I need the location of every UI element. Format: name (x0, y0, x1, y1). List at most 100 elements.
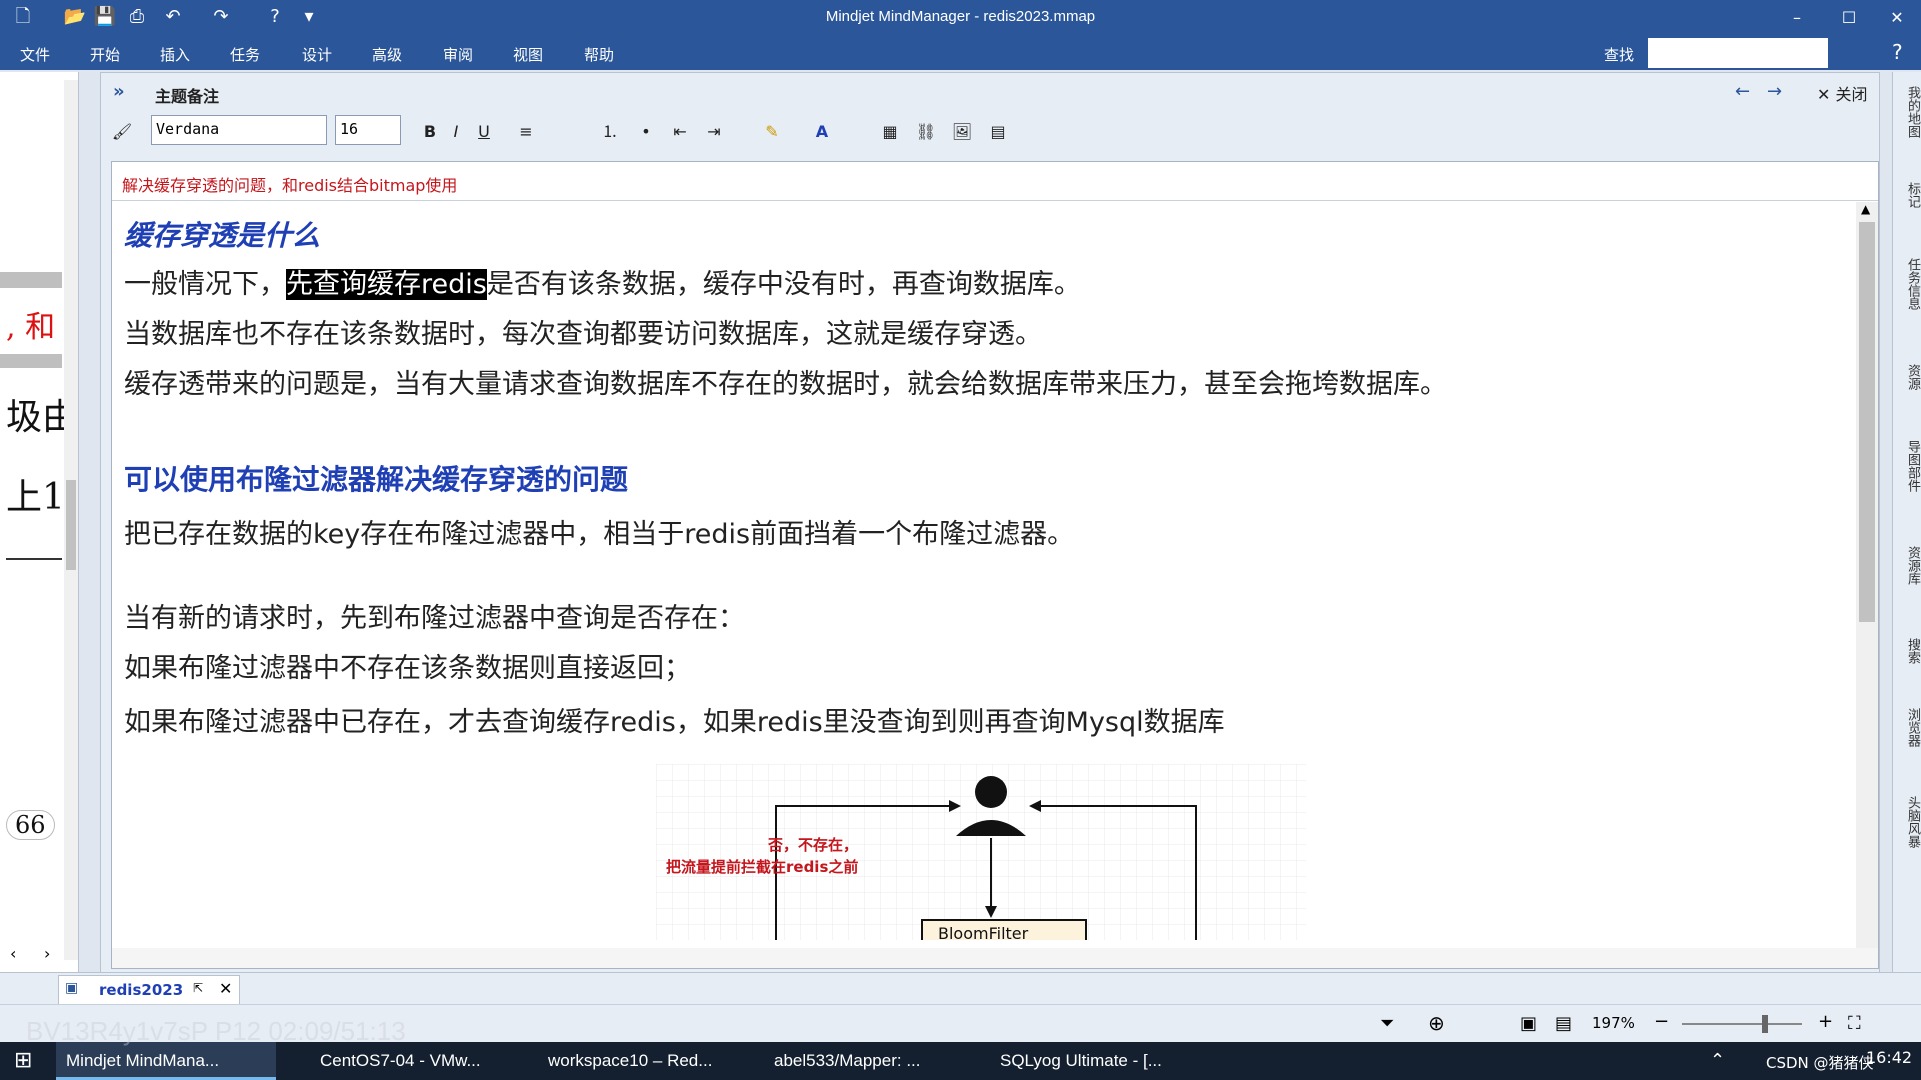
italic-icon[interactable]: I (443, 119, 469, 145)
scroll-thumb[interactable] (66, 480, 76, 570)
tab-design[interactable]: 设计 (302, 44, 332, 65)
map-canvas-left[interactable]: , 和 圾由 上1 66 ‹ › (0, 72, 79, 972)
image-icon[interactable]: 🖼 (949, 119, 975, 145)
vertical-scrollbar[interactable] (64, 80, 78, 960)
clock: 16:42 (1866, 1048, 1913, 1067)
align-icon[interactable]: ≡ (513, 119, 539, 145)
zoom-out-icon[interactable]: − (1654, 1011, 1669, 1032)
window-title: Mindjet MindManager - redis2023.mmap (825, 8, 1096, 25)
bloom-filter-diagram: 否，不存在， 把流量提前拦截在redis之前 BloomFilter (656, 764, 1306, 940)
editor-vertical-scrollbar[interactable]: ▲ ▼ (1856, 202, 1878, 968)
filter-icon[interactable]: ⏷ (1380, 1013, 1394, 1034)
tab-view[interactable]: 视图 (513, 44, 543, 65)
scroll-right-icon[interactable]: › (44, 944, 50, 963)
sidebar-search[interactable]: 搜索 (1895, 638, 1920, 664)
tab-help[interactable]: 帮助 (584, 44, 614, 65)
search-input[interactable] (1648, 38, 1828, 68)
numbered-list-icon[interactable]: ⒈ (597, 119, 623, 145)
zoom-slider-thumb[interactable] (1762, 1015, 1768, 1033)
editor-horizontal-scrollbar[interactable] (112, 948, 1878, 968)
maximize-icon[interactable]: ☐ (1826, 0, 1872, 36)
map-topic-text: 66 (6, 810, 55, 840)
taskbar-app-chrome[interactable]: abel533/Mapper: ... (740, 1042, 984, 1080)
sidebar-browser[interactable]: 浏览器 (1895, 708, 1920, 747)
bold-icon[interactable]: B (417, 119, 443, 145)
zoom-in-icon[interactable]: + (1818, 1011, 1833, 1032)
paragraph-2: 当数据库也不存在该条数据时，每次查询都要访问数据库，这就是缓存穿透。 (124, 319, 1042, 350)
doc-tab-redis2023[interactable]: ▣ redis2023 ⇱ ✕ (58, 975, 240, 1004)
scroll-left-icon[interactable]: ‹ (10, 944, 16, 963)
close-label: 关闭 (1835, 85, 1868, 104)
close-x-icon: ✕ (1817, 85, 1836, 104)
close-tab-icon[interactable]: ✕ (219, 979, 232, 998)
ribbon-tabs: 文件 开始 插入 任务 设计 高级 审阅 视图 帮助 查找 ? (0, 36, 1921, 70)
indent-icon[interactable]: ⇥ (701, 119, 727, 145)
topic-notes-panel: » 主题备注 ← → ✕ 关闭 🖌 Verdana 16 B I U ≡ ⒈ •… (100, 72, 1880, 974)
title-bar: 🗋 📂 💾 ⎙ ↶ ↷ ? ▾ Mindjet MindManager - re… (0, 0, 1921, 36)
forward-arrow-icon[interactable]: → (1767, 81, 1782, 102)
paragraph-3: 缓存透带来的问题是，当有大量请求查询数据库不存在的数据时，就会给数据库带来压力，… (124, 369, 1447, 400)
zoom-slider[interactable] (1682, 1015, 1802, 1033)
tab-file[interactable]: 文件 (20, 44, 50, 65)
taskbar-app-mindmanager[interactable]: Mindjet MindMana... (56, 1042, 276, 1080)
outdent-icon[interactable]: ⇤ (667, 119, 693, 145)
tray-csdn-text: CSDN @猪猪侠 (1766, 1054, 1874, 1072)
video-watermark: BV13R4y1v7sP P12 02:09/51:13 (26, 1016, 406, 1046)
scroll-thumb[interactable] (1859, 222, 1875, 622)
font-size-select[interactable]: 16 (335, 115, 401, 145)
taskbar-app-eclipse[interactable]: workspace10 – Red... (514, 1042, 758, 1080)
taskbar-app-label: CentOS7-04 - VMw... (320, 1051, 481, 1070)
notes-subject: 解决缓存穿透的问题，和redis结合bitmap使用 (112, 162, 1878, 201)
heading-bloom-filter: 可以使用布隆过滤器解决缓存穿透的问题 (124, 463, 629, 496)
taskbar-app-label: Mindjet MindMana... (66, 1051, 220, 1070)
close-window-icon[interactable]: ✕ (1874, 0, 1920, 36)
font-color-icon[interactable]: A (809, 119, 835, 145)
taskbar-app-sqlyog[interactable]: SQLyog Ultimate - [... (966, 1042, 1210, 1080)
tab-review[interactable]: 审阅 (443, 44, 473, 65)
right-task-pane-bar: 我的地图 标记 任务信息 资源 导图部件 资源库 搜索 浏览器 头脑风暴 (1892, 72, 1921, 972)
underline-icon[interactable]: U (471, 119, 497, 145)
sidebar-markers[interactable]: 标记 (1895, 182, 1920, 208)
scroll-up-icon[interactable]: ▲ (1861, 202, 1870, 216)
hyperlink-icon[interactable]: ⛓ (913, 119, 939, 145)
sidebar-library[interactable]: 资源库 (1895, 546, 1920, 585)
notes-editor[interactable]: 解决缓存穿透的问题，和redis结合bitmap使用 缓存穿透是什么 一般情况下… (111, 161, 1879, 969)
tab-insert[interactable]: 插入 (160, 44, 190, 65)
minimize-icon[interactable]: – (1774, 0, 1820, 36)
notes-header: » 主题备注 ← → ✕ 关闭 (101, 73, 1879, 111)
taskbar-app-vmware[interactable]: CentOS7-04 - VMw... (290, 1042, 530, 1080)
tab-task[interactable]: 任务 (230, 44, 260, 65)
bullet-list-icon[interactable]: • (633, 119, 659, 145)
paragraph-4: 把已存在数据的key存在布隆过滤器中，相当于redis前面挡着一个布隆过滤器。 (124, 519, 1075, 550)
map-file-icon: ▣ (65, 980, 79, 996)
tab-home[interactable]: 开始 (90, 44, 120, 65)
close-notes-button[interactable]: ✕ 关闭 (1817, 81, 1868, 105)
map-topic-text: , 和 (6, 310, 56, 345)
fit-map-icon[interactable]: ⛶ (1848, 1013, 1861, 1034)
windows-start-icon[interactable]: ⊞ (14, 1048, 32, 1073)
help-icon[interactable]: ? (1892, 40, 1903, 64)
insert-object-icon[interactable]: ▤ (985, 119, 1011, 145)
layout-icon[interactable]: ⊕ (1428, 1011, 1445, 1035)
highlight-color-icon[interactable]: ✎ (759, 119, 785, 145)
back-arrow-icon[interactable]: ← (1735, 81, 1750, 102)
sidebar-resources[interactable]: 资源 (1895, 364, 1920, 390)
expand-icon[interactable]: » (113, 81, 125, 102)
tray-up-icon[interactable]: ⌃ (1710, 1050, 1725, 1071)
sidebar-brainstorm[interactable]: 头脑风暴 (1895, 796, 1920, 848)
sidebar-map-parts[interactable]: 导图部件 (1895, 440, 1920, 492)
map-view-icon[interactable]: ▣ (1520, 1013, 1537, 1034)
sidebar-my-maps[interactable]: 我的地图 (1895, 86, 1920, 138)
font-family-select[interactable]: Verdana (151, 115, 327, 145)
diagram-note-2: 把流量提前拦截在redis之前 (666, 858, 858, 876)
paragraph-6: 如果布隆过滤器中不存在该条数据则直接返回； (124, 653, 691, 684)
map-topic-text: 上1 (6, 477, 65, 518)
table-icon[interactable]: ▦ (877, 119, 903, 145)
taskbar-app-label: workspace10 – Red... (548, 1051, 713, 1070)
format-painter-icon[interactable]: 🖌 (109, 119, 135, 145)
tab-advanced[interactable]: 高级 (372, 44, 402, 65)
sidebar-task-info[interactable]: 任务信息 (1895, 258, 1920, 310)
outline-view-icon[interactable]: ▤ (1555, 1013, 1572, 1034)
pin-tab-icon[interactable]: ⇱ (193, 981, 203, 995)
search-label: 查找 (1604, 46, 1635, 64)
